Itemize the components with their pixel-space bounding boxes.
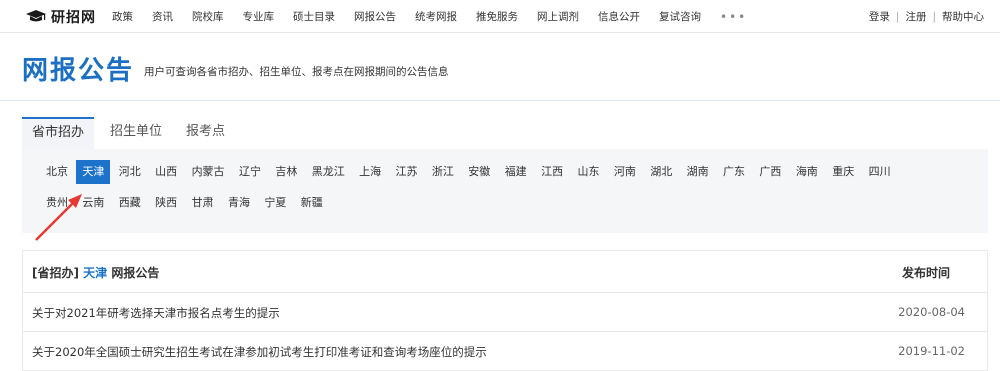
- region-item[interactable]: 宁夏: [258, 191, 292, 215]
- region-item[interactable]: 浙江: [426, 160, 460, 184]
- region-item[interactable]: 新疆: [295, 191, 329, 215]
- nav-item-schools[interactable]: 院校库: [192, 9, 224, 24]
- date-column-header: 发布时间: [901, 266, 950, 280]
- region-item[interactable]: 湖北: [644, 160, 678, 184]
- region-item[interactable]: 广东: [717, 160, 751, 184]
- nav-item-catalog[interactable]: 硕士目录: [293, 9, 335, 24]
- login-link[interactable]: 登录: [869, 9, 890, 24]
- table-row[interactable]: 关于2020年全国硕士研究生招生考试在津参加初试考生打印准考证和查询考场座位的提…: [23, 332, 987, 371]
- nav-item-adjustment[interactable]: 网上调剂: [537, 9, 579, 24]
- nav-item-announcements[interactable]: 网报公告: [354, 9, 396, 24]
- region-item[interactable]: 山东: [571, 160, 605, 184]
- separator: |: [895, 10, 900, 23]
- register-link[interactable]: 注册: [905, 9, 926, 24]
- tab-institutions[interactable]: 招生单位: [102, 117, 170, 149]
- region-item[interactable]: 重庆: [826, 160, 860, 184]
- announcement-table: [省招办] 天津 网报公告 发布时间 关于对2021年研考选择天津市报名点考生的…: [22, 250, 988, 371]
- region-item[interactable]: 西藏: [113, 191, 147, 215]
- region-item[interactable]: 云南: [76, 191, 110, 215]
- nav-item-majors[interactable]: 专业库: [243, 9, 275, 24]
- tab-provincial-office[interactable]: 省市招办: [22, 117, 95, 149]
- nav-item-policy[interactable]: 政策: [112, 9, 133, 24]
- site-name: 研招网: [51, 10, 96, 26]
- heading-region: 天津: [83, 266, 108, 280]
- help-link[interactable]: 帮助中心: [942, 9, 984, 24]
- top-navbar: 研招网 政策 资讯 院校库 专业库 硕士目录 网报公告 统考网报 推免服务 网上…: [0, 0, 1000, 33]
- region-item[interactable]: 四川: [863, 160, 897, 184]
- region-filter: 北京 天津 河北 山西 内蒙古 辽宁 吉林 黑龙江 上海 江苏 浙江 安徽 福建 江西 山东 河南 湖北 湖南 广东…: [22, 149, 988, 233]
- page-banner: 网报公告 用户可查询各省市招办、招生单位、报考点在网报期间的公告信息: [0, 33, 1000, 101]
- region-item[interactable]: 吉林: [269, 160, 303, 184]
- tab-exam-sites[interactable]: 报考点: [178, 117, 233, 149]
- graduation-cap-icon: [26, 10, 46, 24]
- nav-item-registration[interactable]: 统考网报: [415, 9, 457, 24]
- region-row: 贵州 云南 西藏 陕西 甘肃 青海 宁夏 新疆: [40, 191, 331, 215]
- more-icon[interactable]: •••: [720, 10, 747, 24]
- region-row: 北京 天津 河北 山西 内蒙古 辽宁 吉林 黑龙江 上海 江苏 浙江 安徽 福建 江西 山东 河南 湖北 湖南 广东…: [40, 160, 899, 184]
- announcement-title[interactable]: 关于对2021年研考选择天津市报名点考生的提示: [32, 305, 280, 321]
- region-item[interactable]: 山西: [149, 160, 183, 184]
- region-item[interactable]: 青海: [222, 191, 256, 215]
- region-item[interactable]: 北京: [40, 160, 74, 184]
- region-item[interactable]: 江苏: [390, 160, 424, 184]
- region-item[interactable]: 福建: [499, 160, 533, 184]
- announcement-date: 2020-08-04: [898, 305, 965, 319]
- region-item[interactable]: 黑龙江: [306, 160, 351, 184]
- page-subtitle: 用户可查询各省市招办、招生单位、报考点在网报期间的公告信息: [144, 66, 449, 78]
- nav-item-recommendation[interactable]: 推免服务: [476, 9, 518, 24]
- region-item[interactable]: 内蒙古: [186, 160, 231, 184]
- nav-item-retest[interactable]: 复试咨询: [659, 9, 701, 24]
- region-item[interactable]: 甘肃: [186, 191, 220, 215]
- heading-suffix: 网报公告: [111, 266, 160, 280]
- page-title: 网报公告: [22, 56, 135, 86]
- table-header: [省招办] 天津 网报公告 发布时间: [23, 251, 987, 293]
- announcement-date: 2019-11-02: [898, 344, 965, 358]
- main-nav: 政策 资讯 院校库 专业库 硕士目录 网报公告 统考网报 推免服务 网上调剂 信…: [112, 0, 747, 33]
- region-item[interactable]: 广西: [753, 160, 787, 184]
- region-item[interactable]: 河南: [608, 160, 642, 184]
- region-item[interactable]: 陕西: [149, 191, 183, 215]
- region-item[interactable]: 辽宁: [233, 160, 267, 184]
- table-heading: [省招办] 天津 网报公告: [32, 264, 159, 281]
- heading-prefix: [省招办]: [32, 266, 79, 280]
- region-item[interactable]: 海南: [790, 160, 824, 184]
- site-logo[interactable]: 研招网: [26, 7, 96, 27]
- separator: |: [932, 10, 936, 23]
- region-item[interactable]: 湖南: [681, 160, 715, 184]
- user-links: 登录 | 注册 | 帮助中心: [869, 0, 984, 33]
- region-item[interactable]: 江西: [535, 160, 569, 184]
- nav-item-news[interactable]: 资讯: [152, 9, 173, 24]
- region-item[interactable]: 贵州: [40, 191, 74, 215]
- region-item[interactable]: 河北: [113, 160, 147, 184]
- region-item[interactable]: 安徽: [462, 160, 496, 184]
- table-row[interactable]: 关于对2021年研考选择天津市报名点考生的提示 2020-08-04: [23, 293, 987, 332]
- category-tabs: 省市招办 招生单位 报考点: [22, 117, 241, 149]
- region-item[interactable]: 天津: [76, 160, 111, 184]
- announcement-title[interactable]: 关于2020年全国硕士研究生招生考试在津参加初试考生打印准考证和查询考场座位的提…: [32, 344, 487, 360]
- region-item[interactable]: 上海: [353, 160, 387, 184]
- nav-item-disclosure[interactable]: 信息公开: [598, 9, 640, 24]
